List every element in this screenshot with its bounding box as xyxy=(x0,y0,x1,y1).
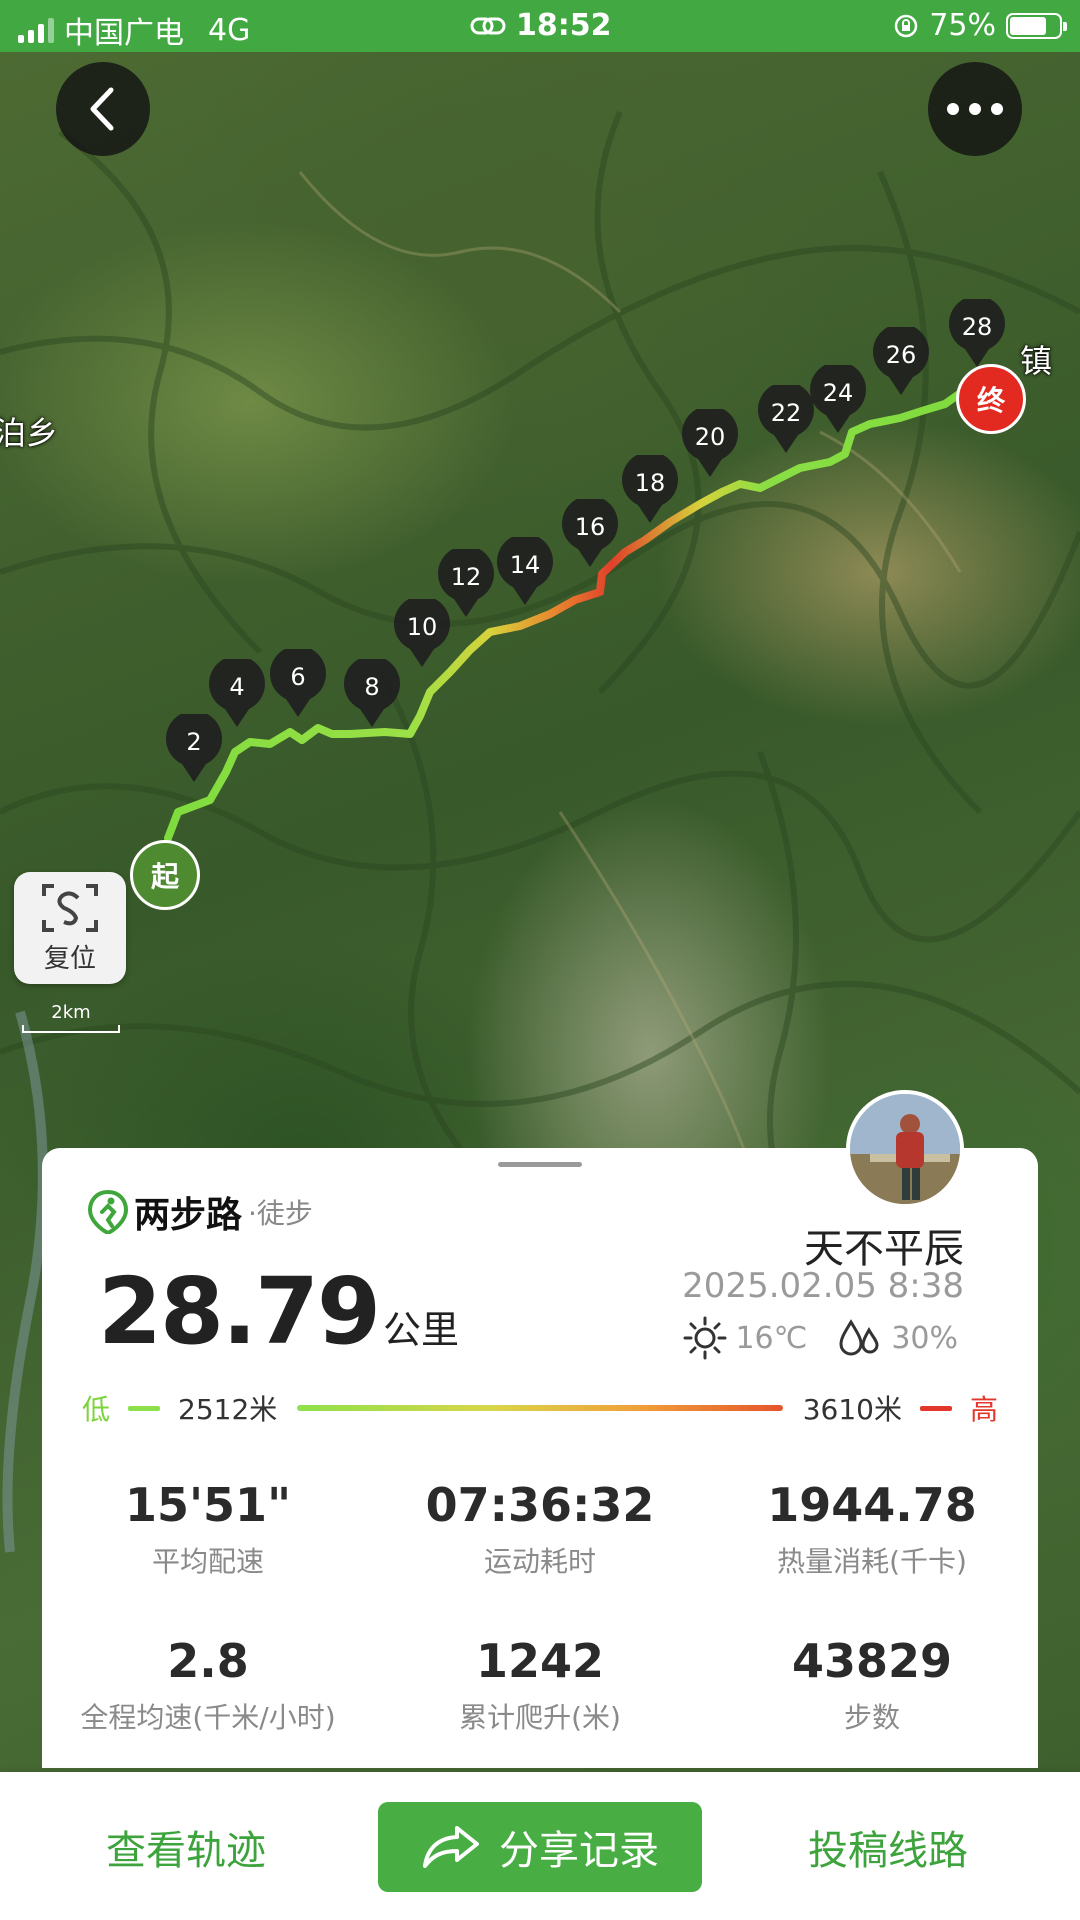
stat-label: 运动耗时 xyxy=(483,1545,596,1578)
submit-route-button[interactable]: 投稿线路 xyxy=(808,1818,968,1876)
km-marker[interactable]: 18 xyxy=(620,451,680,525)
network-label: 4G xyxy=(208,12,251,48)
high-color-swatch xyxy=(919,1405,952,1411)
avatar[interactable] xyxy=(846,1090,964,1208)
status-bar: 中国广电 4G 18:52 75% xyxy=(0,0,1080,52)
share-record-button[interactable]: 分享记录 xyxy=(378,1802,702,1892)
activity-card: 两步路 ·徒步 天不平辰 28.79 公里 2025.02.05 8:38 16… xyxy=(42,1090,1038,1768)
stat-label: 全程均速(千米/小时) xyxy=(80,1701,336,1734)
stat-avg-speed: 2.8 全程均速(千米/小时) xyxy=(42,1634,374,1736)
km-marker[interactable]: 22 xyxy=(756,381,816,455)
scale-label: 2km xyxy=(51,1002,91,1023)
km-marker[interactable]: 20 xyxy=(680,405,740,479)
reset-location-icon xyxy=(42,883,98,932)
reset-button[interactable]: 复位 xyxy=(14,872,126,984)
share-label: 分享记录 xyxy=(499,1828,659,1874)
elevation-gradient-bar xyxy=(297,1405,783,1411)
reset-label: 复位 xyxy=(43,943,96,974)
signal-icon xyxy=(18,17,54,43)
elevation-high-label: 高 xyxy=(969,1393,998,1426)
brand: 两步路 ·徒步 xyxy=(88,1186,313,1238)
bottom-action-bar: 查看轨迹 分享记录 投稿线路 xyxy=(0,1772,1080,1920)
drag-handle[interactable] xyxy=(498,1162,582,1167)
km-marker-label: 18 xyxy=(634,469,666,497)
route-track xyxy=(164,378,979,842)
elevation-low-label: 低 xyxy=(82,1393,111,1426)
km-marker[interactable]: 26 xyxy=(871,323,931,397)
humidity-icon xyxy=(839,1319,879,1356)
stat-duration: 07:36:32 运动耗时 xyxy=(374,1478,706,1580)
link-icon xyxy=(470,17,506,34)
elevation-legend: 低 2512米 3610米 高 xyxy=(82,1388,998,1428)
km-marker[interactable]: 4 xyxy=(207,655,267,729)
elevation-high-value: 3610米 xyxy=(802,1393,902,1426)
back-button[interactable] xyxy=(56,62,150,156)
km-marker-label: 4 xyxy=(229,673,245,701)
stat-value: 2.8 xyxy=(167,1634,249,1688)
carrier-label: 中国广电 xyxy=(64,16,184,51)
distance-unit: 公里 xyxy=(383,1308,460,1352)
stat-value: 1944.78 xyxy=(767,1478,977,1532)
activity-date: 2025.02.05 8:38 xyxy=(682,1266,964,1306)
stat-value: 15'51" xyxy=(124,1478,292,1532)
start-marker[interactable]: 起 xyxy=(130,840,200,910)
map-label-town-west: 泊乡 xyxy=(0,414,59,452)
share-icon xyxy=(423,1826,479,1868)
battery-percent: 75% xyxy=(929,8,996,43)
stat-steps: 43829 步数 xyxy=(706,1634,1038,1736)
stat-label: 热量消耗(千卡) xyxy=(777,1545,967,1578)
brand-name: 两步路 xyxy=(134,1195,243,1236)
stat-ascent: 1242 累计爬升(米) xyxy=(374,1634,706,1736)
km-marker[interactable]: 24 xyxy=(808,361,868,435)
km-marker-label: 24 xyxy=(822,379,854,407)
km-marker-label: 12 xyxy=(450,563,482,591)
km-marker[interactable]: 28 xyxy=(947,295,1007,369)
km-marker[interactable]: 8 xyxy=(342,655,402,729)
stat-value: 43829 xyxy=(791,1634,953,1688)
map-label-town-east: 镇 xyxy=(1020,342,1053,380)
weather: 16℃ 30% xyxy=(663,1316,958,1360)
battery-icon xyxy=(1006,12,1067,39)
stat-calories: 1944.78 热量消耗(千卡) xyxy=(706,1478,1038,1580)
stat-value: 1242 xyxy=(475,1634,605,1688)
sun-icon xyxy=(683,1316,727,1360)
stat-label: 累计爬升(米) xyxy=(459,1701,621,1734)
km-marker-label: 26 xyxy=(885,341,917,369)
humidity: 30% xyxy=(891,1320,958,1356)
km-marker[interactable]: 12 xyxy=(436,545,496,619)
total-distance: 28.79 公里 xyxy=(98,1258,459,1365)
km-marker-label: 6 xyxy=(290,663,306,691)
rotation-lock-icon xyxy=(895,14,918,37)
km-marker[interactable]: 6 xyxy=(268,645,328,719)
km-marker-label: 8 xyxy=(364,673,380,701)
map-scale: 2km xyxy=(22,1002,120,1033)
distance-value: 28.79 xyxy=(98,1258,381,1365)
end-marker[interactable]: 终 xyxy=(956,364,1026,434)
chevron-left-icon xyxy=(90,87,114,131)
more-dots-icon xyxy=(947,103,1003,115)
km-marker-label: 22 xyxy=(770,399,802,427)
stat-label: 平均配速 xyxy=(151,1545,264,1578)
clock: 18:52 xyxy=(516,8,612,43)
more-button[interactable] xyxy=(928,62,1022,156)
view-track-button[interactable]: 查看轨迹 xyxy=(106,1818,266,1876)
km-marker-label: 14 xyxy=(509,551,541,579)
km-marker[interactable]: 16 xyxy=(560,495,620,569)
km-marker-label: 16 xyxy=(574,513,606,541)
activity-type: ·徒步 xyxy=(248,1197,313,1230)
km-marker-label: 2 xyxy=(186,728,202,756)
avatar-photo xyxy=(850,1094,960,1204)
temperature: 16℃ xyxy=(735,1320,808,1356)
brand-logo-icon xyxy=(88,1190,128,1234)
elevation-low-value: 2512米 xyxy=(178,1393,278,1426)
km-marker[interactable]: 14 xyxy=(495,533,555,607)
stat-label: 步数 xyxy=(843,1701,900,1734)
stat-avg-pace: 15'51" 平均配速 xyxy=(42,1478,374,1580)
stat-value: 07:36:32 xyxy=(425,1478,655,1532)
km-marker-label: 20 xyxy=(694,423,726,451)
low-color-swatch xyxy=(128,1405,161,1411)
km-marker-label: 28 xyxy=(961,313,993,341)
